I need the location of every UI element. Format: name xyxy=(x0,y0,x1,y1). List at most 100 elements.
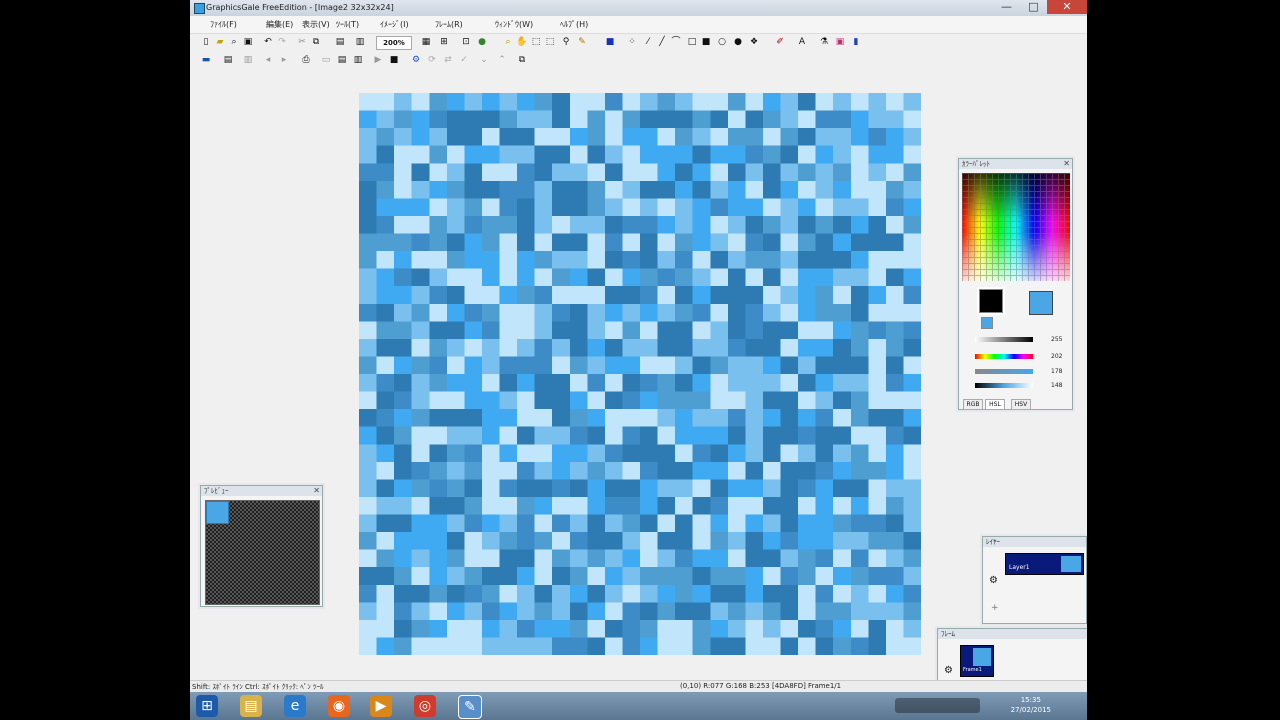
pixel[interactable] xyxy=(833,198,851,216)
pixel[interactable] xyxy=(552,251,570,269)
pixel[interactable] xyxy=(499,619,518,638)
pixel[interactable] xyxy=(481,215,500,234)
pixel[interactable] xyxy=(745,180,763,199)
pixel[interactable] xyxy=(762,444,781,462)
pixel[interactable] xyxy=(727,426,746,445)
pixel[interactable] xyxy=(534,602,553,620)
pixel[interactable] xyxy=(868,338,886,357)
pixel[interactable] xyxy=(675,110,693,129)
pixel[interactable] xyxy=(903,496,921,515)
pixel[interactable] xyxy=(411,479,430,497)
brush-icon[interactable]: ⁄ xyxy=(642,36,654,48)
pixel[interactable] xyxy=(552,444,570,462)
pixel[interactable] xyxy=(604,338,623,357)
pixel[interactable] xyxy=(376,426,395,445)
pixel[interactable] xyxy=(394,637,412,655)
pixel[interactable] xyxy=(622,374,640,392)
pixel[interactable] xyxy=(429,356,447,374)
pixel[interactable] xyxy=(464,584,482,603)
pixel[interactable] xyxy=(850,391,869,410)
pixel[interactable] xyxy=(657,321,676,339)
pixel[interactable] xyxy=(727,128,746,146)
pixel[interactable] xyxy=(481,461,500,480)
pixel[interactable] xyxy=(604,180,623,199)
pixel[interactable] xyxy=(710,549,728,568)
pixel[interactable] xyxy=(675,479,693,497)
pixel[interactable] xyxy=(745,602,763,620)
pixel[interactable] xyxy=(569,479,588,497)
pixel[interactable] xyxy=(499,391,518,410)
copy-icon[interactable]: ⧉ xyxy=(310,36,322,48)
pixel[interactable] xyxy=(429,286,447,304)
pixel[interactable] xyxy=(833,128,851,146)
pixel[interactable] xyxy=(903,110,921,129)
pixel[interactable] xyxy=(850,198,869,216)
pixel[interactable] xyxy=(815,426,834,445)
pixel[interactable] xyxy=(780,461,799,480)
pixel[interactable] xyxy=(394,532,412,550)
pixel[interactable] xyxy=(798,391,816,410)
pixel[interactable] xyxy=(376,374,395,392)
pixel[interactable] xyxy=(464,286,482,304)
pixel[interactable] xyxy=(517,619,535,638)
pixel[interactable] xyxy=(446,356,465,374)
pixel[interactable] xyxy=(640,496,658,515)
pixel[interactable] xyxy=(727,567,746,585)
pixel[interactable] xyxy=(359,303,377,322)
pixel[interactable] xyxy=(429,496,447,515)
pixel[interactable] xyxy=(727,251,746,269)
pixel[interactable] xyxy=(850,532,869,550)
pixel[interactable] xyxy=(780,286,799,304)
pixel[interactable] xyxy=(903,584,921,603)
pixel[interactable] xyxy=(622,145,640,164)
pixel[interactable] xyxy=(587,93,605,111)
pixel[interactable] xyxy=(394,549,412,568)
pixel[interactable] xyxy=(833,374,851,392)
pixel[interactable] xyxy=(604,128,623,146)
pixel[interactable] xyxy=(411,374,430,392)
pixel[interactable] xyxy=(411,619,430,638)
pixel[interactable] xyxy=(517,532,535,550)
pixel[interactable] xyxy=(780,567,799,585)
pixel[interactable] xyxy=(850,444,869,462)
pixel[interactable] xyxy=(481,268,500,287)
pixel[interactable] xyxy=(569,567,588,585)
pixel[interactable] xyxy=(675,128,693,146)
pixel[interactable] xyxy=(640,286,658,304)
pixel[interactable] xyxy=(446,251,465,269)
pixel[interactable] xyxy=(868,110,886,129)
zoom-select-icon[interactable]: ▥ xyxy=(354,36,366,48)
pixel[interactable] xyxy=(762,532,781,550)
pixel[interactable] xyxy=(727,93,746,111)
pixel[interactable] xyxy=(833,514,851,533)
pixel[interactable] xyxy=(675,461,693,480)
pixel[interactable] xyxy=(692,514,711,533)
add-layer-icon[interactable]: + xyxy=(991,603,999,613)
pixel[interactable] xyxy=(868,198,886,216)
pixel[interactable] xyxy=(411,391,430,410)
pixel[interactable] xyxy=(429,514,447,533)
pixel[interactable] xyxy=(552,128,570,146)
pixel[interactable] xyxy=(552,637,570,655)
pixel[interactable] xyxy=(850,110,869,129)
pixel[interactable] xyxy=(885,93,904,111)
pixel[interactable] xyxy=(692,198,711,216)
next-icon[interactable]: ▸ xyxy=(278,54,290,66)
pixel[interactable] xyxy=(868,128,886,146)
pixel[interactable] xyxy=(762,356,781,374)
pixel[interactable] xyxy=(394,145,412,164)
pixel[interactable] xyxy=(604,584,623,603)
pixel[interactable] xyxy=(622,409,640,427)
pixel[interactable] xyxy=(815,584,834,603)
pixel[interactable] xyxy=(640,338,658,357)
pixel[interactable] xyxy=(376,514,395,533)
pixel[interactable] xyxy=(692,356,711,374)
pixel[interactable] xyxy=(394,444,412,462)
pixel[interactable] xyxy=(622,180,640,199)
pixel[interactable] xyxy=(780,619,799,638)
pixel[interactable] xyxy=(657,479,676,497)
pixel[interactable] xyxy=(429,549,447,568)
pixel[interactable] xyxy=(850,374,869,392)
pixel[interactable] xyxy=(727,496,746,515)
pixel[interactable] xyxy=(710,303,728,322)
